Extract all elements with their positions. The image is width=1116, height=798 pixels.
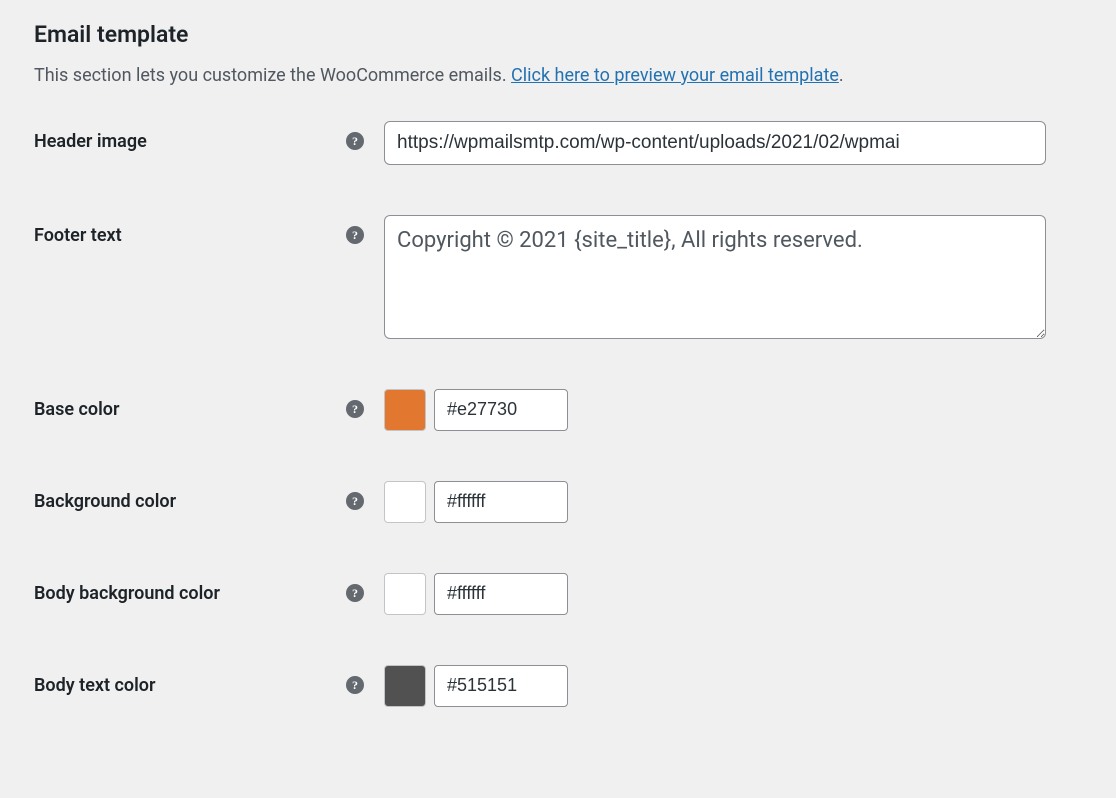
settings-form: Header image ? Footer text ? Base color …	[34, 121, 1082, 707]
row-background-color: Background color ?	[34, 481, 1082, 523]
row-footer-text: Footer text ?	[34, 215, 1082, 339]
row-body-background-color: Body background color ?	[34, 573, 1082, 615]
base-color-input[interactable]	[434, 389, 568, 431]
preview-link[interactable]: Click here to preview your email templat…	[511, 65, 839, 86]
label-base-color: Base color	[34, 399, 119, 420]
description-prefix: This section lets you customize the WooC…	[34, 65, 511, 86]
base-color-swatch[interactable]	[384, 389, 426, 431]
section-description: This section lets you customize the WooC…	[34, 62, 1082, 89]
header-image-input[interactable]	[384, 121, 1046, 165]
description-suffix: .	[839, 65, 844, 86]
help-icon[interactable]: ?	[346, 584, 364, 602]
label-body-text-color: Body text color	[34, 675, 155, 696]
body-text-color-input[interactable]	[434, 665, 568, 707]
help-icon[interactable]: ?	[346, 132, 364, 150]
background-color-swatch[interactable]	[384, 481, 426, 523]
row-base-color: Base color ?	[34, 389, 1082, 431]
body-background-color-input[interactable]	[434, 573, 568, 615]
label-header-image: Header image	[34, 131, 147, 152]
footer-text-input[interactable]	[384, 215, 1046, 339]
help-icon[interactable]: ?	[346, 492, 364, 510]
body-text-color-swatch[interactable]	[384, 665, 426, 707]
help-icon[interactable]: ?	[346, 400, 364, 418]
label-body-background-color: Body background color	[34, 583, 220, 604]
body-background-color-swatch[interactable]	[384, 573, 426, 615]
row-header-image: Header image ?	[34, 121, 1082, 165]
label-background-color: Background color	[34, 491, 176, 512]
row-body-text-color: Body text color ?	[34, 665, 1082, 707]
help-icon[interactable]: ?	[346, 676, 364, 694]
help-icon[interactable]: ?	[346, 226, 364, 244]
label-footer-text: Footer text	[34, 225, 122, 246]
background-color-input[interactable]	[434, 481, 568, 523]
section-heading: Email template	[34, 20, 1082, 50]
